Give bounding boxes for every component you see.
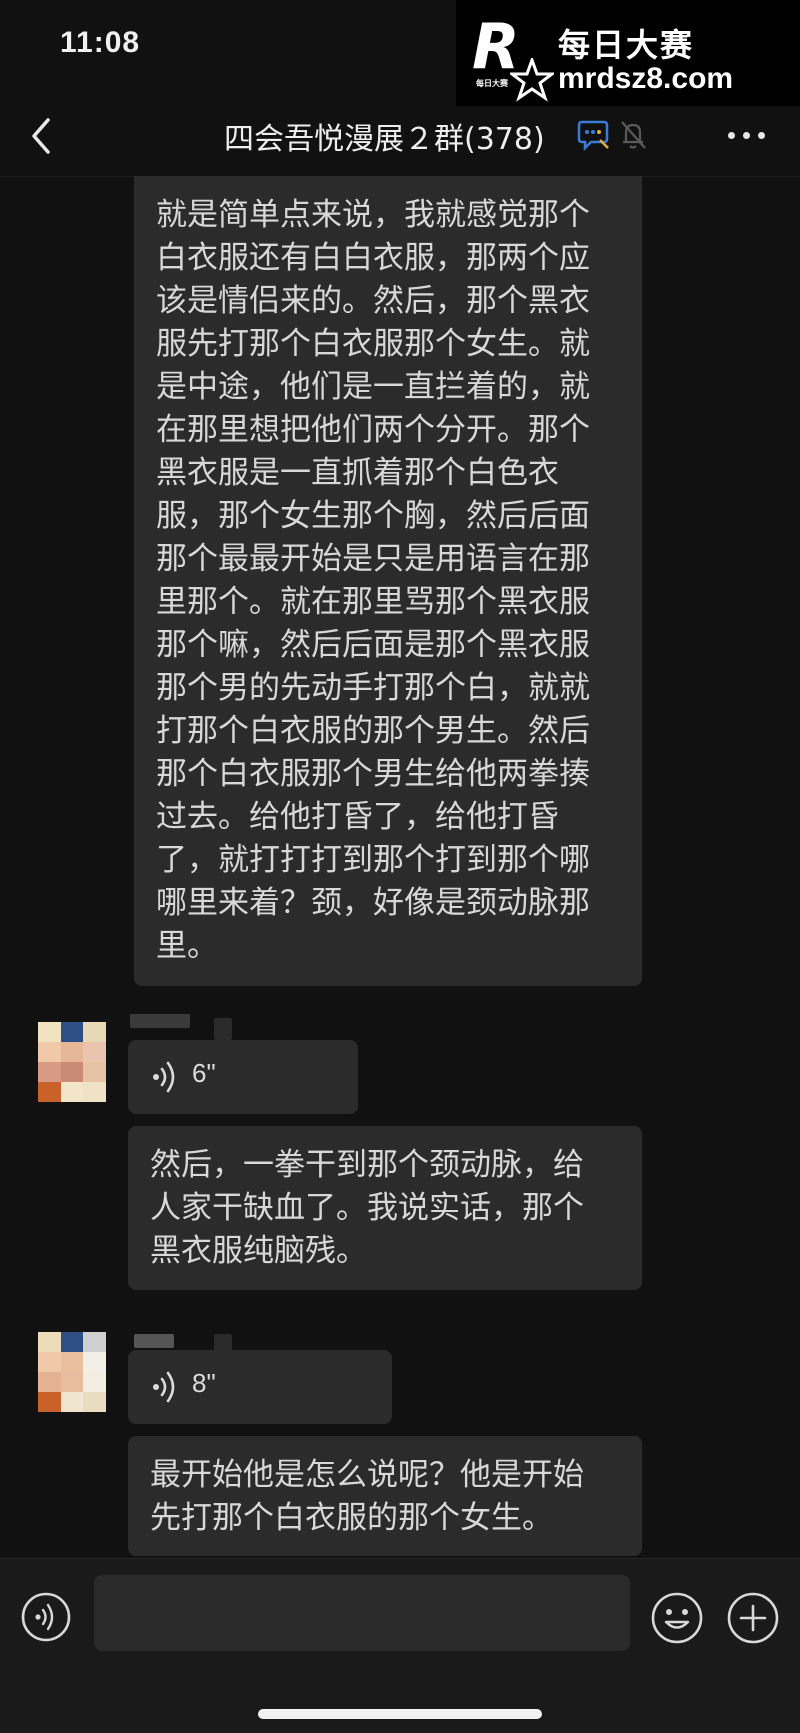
avatar-pixel	[38, 1332, 61, 1352]
avatar-pixel	[60, 1352, 84, 1372]
avatar-pixel	[60, 1082, 84, 1102]
voice-duration: 6"	[192, 1058, 216, 1088]
voice-message[interactable]: 8"	[128, 1350, 392, 1424]
chevron-left-icon[interactable]	[26, 114, 56, 158]
avatar-pixel	[38, 1352, 61, 1372]
avatar-pixel	[60, 1392, 84, 1412]
emoji-icon[interactable]	[650, 1591, 704, 1645]
avatar-pixel	[83, 1392, 106, 1412]
watermark-url: mrdsz8.com	[558, 62, 734, 95]
voice-wave-icon	[153, 1061, 175, 1093]
avatar-pixel	[83, 1372, 106, 1392]
home-indicator	[258, 1709, 542, 1719]
sender-name-blurred	[134, 1334, 174, 1348]
avatar-pixel	[83, 1062, 106, 1082]
avatar-pixel	[83, 1042, 106, 1062]
sender-badge-blurred	[214, 1018, 232, 1040]
chat-title: 四会吾悦漫展２群(378)	[224, 122, 545, 157]
avatar[interactable]	[38, 1332, 106, 1412]
avatar-pixel	[83, 1022, 106, 1042]
avatar-pixel	[83, 1082, 106, 1102]
avatar-pixel	[38, 1372, 61, 1392]
watermark-name: 每日大赛	[558, 26, 695, 64]
message-input[interactable]	[94, 1575, 630, 1651]
voice-duration: 8"	[192, 1368, 216, 1398]
star-icon	[510, 58, 554, 102]
sender-name-blurred	[130, 1014, 190, 1028]
chat-bubble-icon	[577, 120, 609, 152]
avatar-pixel	[60, 1332, 84, 1352]
avatar[interactable]	[38, 1022, 106, 1102]
avatar-pixel	[38, 1042, 61, 1062]
voice-message[interactable]: 6"	[128, 1040, 358, 1114]
avatar-pixel	[60, 1042, 84, 1062]
avatar-pixel	[60, 1062, 84, 1082]
avatar-pixel	[38, 1392, 61, 1412]
status-time: 11:08	[60, 26, 141, 59]
avatar-pixel	[38, 1082, 61, 1102]
message-bubble[interactable]: 就是简单点来说，我就感觉那个 白衣服还有白白衣服，那两个应 该是情侣来的。然后，…	[134, 176, 642, 986]
message-bubble[interactable]: 然后，一拳干到那个颈动脉，给 人家干缺血了。我说实话，那个 黑衣服纯脑残。	[128, 1126, 642, 1290]
voice-wave-icon	[153, 1371, 175, 1403]
more-horizontal-icon[interactable]	[724, 118, 770, 152]
message-bubble[interactable]: 最开始他是怎么说呢？他是开始 先打那个白衣服的那个女生。	[128, 1436, 642, 1556]
input-bar	[0, 1558, 800, 1733]
avatar-pixel	[83, 1352, 106, 1372]
watermark: R 每日大赛 每日大赛 mrdsz8.com	[456, 0, 800, 106]
plus-icon[interactable]	[726, 1591, 780, 1645]
avatar-pixel	[38, 1062, 61, 1082]
watermark-logo: R 每日大赛	[472, 12, 554, 102]
avatar-pixel	[60, 1022, 84, 1042]
voice-input-icon[interactable]	[20, 1591, 72, 1643]
watermark-logo-text: 每日大赛	[476, 79, 508, 88]
avatar-pixel	[83, 1332, 106, 1352]
avatar-pixel	[38, 1022, 61, 1042]
bell-muted-icon	[621, 121, 646, 149]
avatar-pixel	[60, 1372, 84, 1392]
